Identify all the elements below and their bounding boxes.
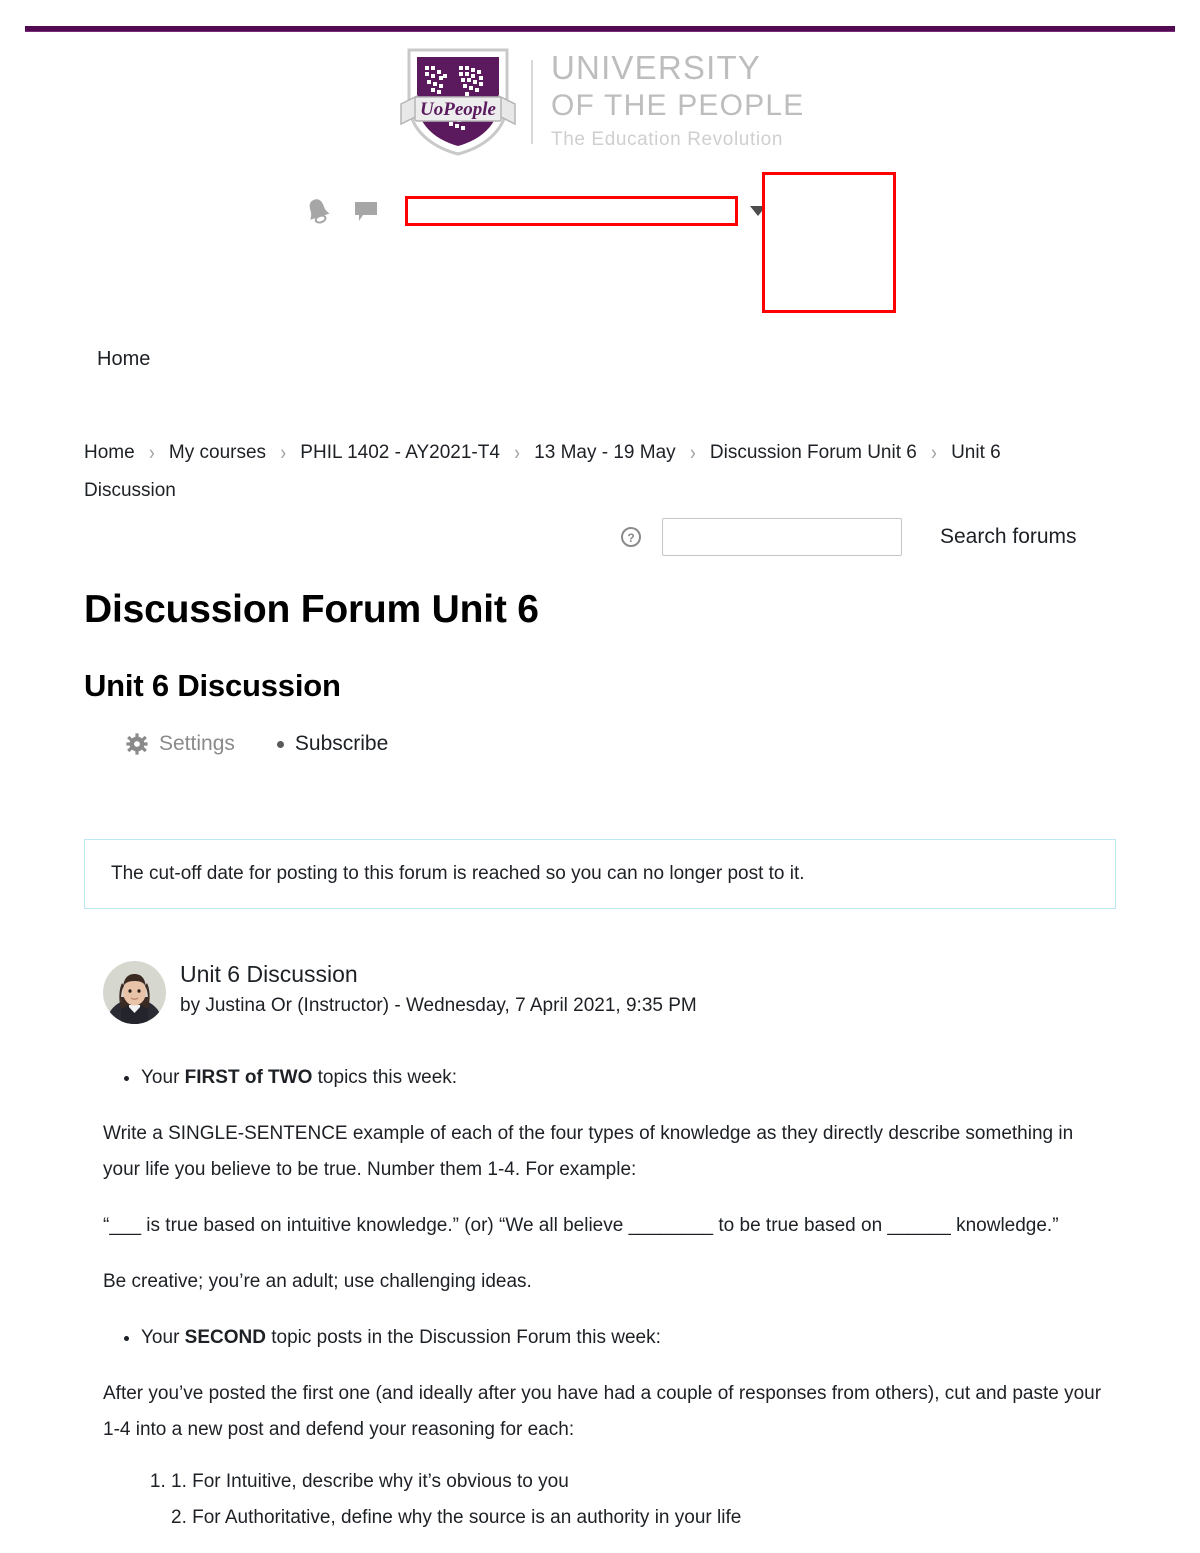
breadcrumb-separator-icon: › [280,440,287,465]
logo-tagline: The Education Revolution [551,128,783,150]
site-logo[interactable]: UoPeople UNIVERSITY OF THE PEOPLE The Ed… [395,44,804,159]
cutoff-alert-message: The cut-off date for posting to this for… [111,863,805,884]
forum-search: ? Search forums [620,518,1077,556]
paragraph-2: “___ is true based on intuitive knowledg… [103,1215,1059,1236]
logo-line-1: UNIVERSITY [551,48,762,86]
dot-icon [276,740,284,748]
subscribe-button[interactable]: Subscribe [276,732,389,756]
post-body: Your FIRST of TWO topics this week: Writ… [103,1060,1113,1536]
numbered-line-1: 1. For Intuitive, describe why it’s obvi… [171,1471,569,1492]
breadcrumb-separator-icon: › [148,440,155,465]
svg-text:UoPeople: UoPeople [420,99,497,120]
page-title: Discussion Forum Unit 6 [84,588,539,631]
first-topic-before: Your [141,1067,185,1088]
post-header: Unit 6 Discussion by Justina Or (Instruc… [103,959,697,1024]
post-header-text: Unit 6 Discussion by Justina Or (Instruc… [180,959,697,1021]
breadcrumb-item-week[interactable]: 13 May - 19 May [534,442,676,463]
utility-search-input[interactable] [405,196,738,226]
breadcrumb-item-my-courses[interactable]: My courses [169,442,266,463]
nav-item-home[interactable]: Home [97,348,150,371]
discussion-title: Unit 6 Discussion [84,668,341,703]
logo-line-2: OF THE PEOPLE [551,88,805,122]
list-item: Your SECOND topic posts in the Discussio… [141,1320,1113,1356]
paragraph-3: Be creative; you’re an adult; use challe… [103,1271,532,1292]
bell-icon[interactable] [305,196,331,226]
post-subject[interactable]: Unit 6 Discussion [180,959,697,990]
gear-icon [126,733,148,755]
uopeople-shield-icon: UoPeople [395,44,521,159]
help-circle-icon[interactable]: ? [620,526,642,548]
first-topic-list: Your FIRST of TWO topics this week: [103,1060,1113,1096]
cutoff-alert: The cut-off date for posting to this for… [84,839,1116,909]
defend-reasoning-list: 1. For Intuitive, describe why it’s obvi… [103,1464,1113,1536]
breadcrumb-item-course[interactable]: PHIL 1402 - AY2021-T4 [300,442,500,463]
logo-wordmark: UNIVERSITY OF THE PEOPLE The Education R… [551,51,804,153]
search-forums-input[interactable] [662,518,902,556]
first-topic-after: topics this week: [312,1067,458,1088]
second-topic-before: Your [141,1327,185,1348]
breadcrumb-separator-icon: › [689,440,696,465]
breadcrumb-separator-icon: › [931,440,937,465]
search-forums-button[interactable]: Search forums [940,525,1077,549]
logo-divider [531,59,533,144]
first-topic-bold: FIRST of TWO [184,1067,313,1088]
list-item: 1. For Intuitive, describe why it’s obvi… [171,1464,1113,1536]
subscribe-label: Subscribe [294,732,389,755]
avatar[interactable] [103,961,166,1024]
second-topic-list: Your SECOND topic posts in the Discussio… [103,1320,1113,1356]
paragraph-1: Write a SINGLE-SENTENCE example of each … [103,1123,1074,1180]
breadcrumb-item-home[interactable]: Home [84,442,135,463]
breadcrumb-item-forum[interactable]: Discussion Forum Unit 6 [710,442,917,463]
forum-page: UoPeople UNIVERSITY OF THE PEOPLE The Ed… [0,0,1200,1553]
second-topic-after: topic posts in the Discussion Forum this… [265,1327,661,1348]
post-byline: by Justina Or (Instructor) - Wednesday, … [180,995,697,1017]
settings-button[interactable]: Settings [126,732,235,756]
speech-bubble-icon[interactable] [353,198,379,224]
paragraph-4: After you’ve posted the first one (and i… [103,1383,1102,1440]
user-menu-panel[interactable] [762,172,896,313]
second-topic-bold: SECOND [184,1327,266,1348]
utility-bar [305,196,766,226]
forum-action-bar: Settings Subscribe [126,732,388,756]
brand-top-rule [25,26,1175,32]
breadcrumb: Home › My courses › PHIL 1402 - AY2021-T… [84,434,1094,510]
list-item: Your FIRST of TWO topics this week: [141,1060,1113,1096]
numbered-line-2: 2. For Authoritative, define why the sou… [171,1507,742,1528]
svg-text:?: ? [627,531,634,545]
settings-label: Settings [159,732,235,755]
breadcrumb-separator-icon: › [514,440,520,465]
